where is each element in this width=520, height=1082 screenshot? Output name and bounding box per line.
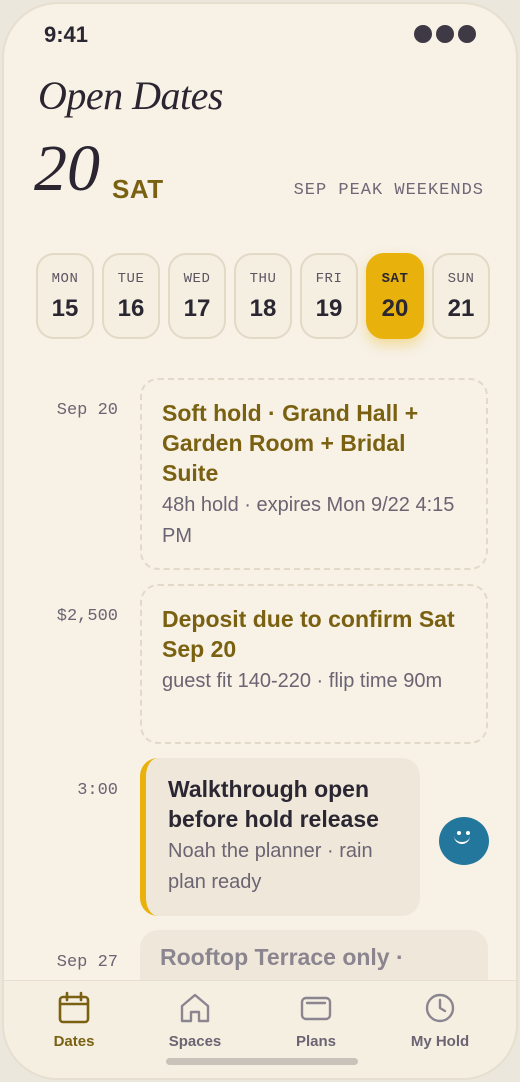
date-strip: MON 15 TUE 16 WED 17 THU 18 FRI 19 SAT 2… [36,253,490,339]
page-title: Open Dates [38,73,223,118]
tab-plans[interactable]: Plans [266,991,366,1050]
card-subtitle: 48h hold · expires Mon 9/22 4:15 PM [162,494,455,547]
date-chip-number: 17 [183,295,211,322]
card-title: Rooftop Terrace only · [160,944,404,970]
date-chip-number: 15 [51,295,79,322]
date-chip-weekday: SAT [381,271,409,287]
walkthrough-card[interactable]: Walkthrough open before hold release Noa… [140,758,420,916]
date-chip-sun[interactable]: SUN 21 [432,253,490,339]
date-chip-weekday: WED [183,271,211,287]
date-chip-number: 19 [315,295,343,322]
timeline-label: 3:00 [77,781,118,800]
date-chip-wed[interactable]: WED 17 [168,253,226,339]
home-icon [178,991,212,1025]
card-subtitle: Noah the planner · rain plan ready [168,840,373,893]
date-chip-weekday: THU [249,271,277,287]
tab-label: Plans [295,1033,337,1050]
date-chip-number: 18 [249,295,277,322]
date-chip-mon[interactable]: MON 15 [36,253,94,339]
clock-icon [423,991,457,1025]
tab-bar: Dates Spaces Plans My Hold [4,980,516,1078]
date-chip-weekday: SUN [447,271,475,287]
selected-day-number: 20 [34,132,100,205]
date-chip-thu[interactable]: THU 18 [234,253,292,339]
date-chip-sat-selected[interactable]: SAT 20 [366,253,424,339]
tab-my-hold[interactable]: My Hold [390,991,490,1050]
date-chip-tue[interactable]: TUE 16 [102,253,160,339]
card-subtitle: guest fit 140-220 · flip time 90m [162,670,443,692]
tab-label: My Hold [410,1033,470,1050]
peak-weekends-label: SEP PEAK WEEKENDS [293,181,484,200]
card-title: Walkthrough open before hold release [168,776,379,832]
calendar-icon [57,991,91,1025]
card-title: Soft hold · Grand Hall + Garden Room + B… [162,400,419,486]
soft-hold-card[interactable]: Soft hold · Grand Hall + Garden Room + B… [140,378,488,570]
selected-day-weekday: SAT [112,174,164,204]
status-indicator-icon [414,25,476,43]
timeline-label: $2,500 [56,607,118,626]
date-chip-number: 20 [381,295,409,322]
timeline-label: Sep 27 [56,953,118,972]
status-time: 9:41 [44,22,89,47]
card-title: Deposit due to confirm Sat Sep 20 [162,606,455,662]
phone-frame: 9:41 Open Dates 20 SAT SEP PEAK WEEKENDS… [2,2,518,1080]
date-chip-weekday: FRI [315,271,343,287]
tab-label: Spaces [168,1033,222,1050]
tab-label: Dates [53,1033,95,1050]
planner-avatar[interactable] [439,817,489,865]
deposit-card[interactable]: Deposit due to confirm Sat Sep 20 guest … [140,584,488,744]
date-chip-number: 16 [117,295,145,322]
timeline-label: Sep 20 [56,401,118,420]
home-indicator[interactable] [166,1058,358,1065]
date-chip-weekday: TUE [117,271,145,287]
date-chip-number: 21 [447,295,475,322]
tab-spaces[interactable]: Spaces [145,991,245,1050]
tab-dates[interactable]: Dates [24,991,124,1050]
date-chip-fri[interactable]: FRI 19 [300,253,358,339]
date-chip-weekday: MON [51,271,79,287]
wallet-icon [299,991,333,1025]
